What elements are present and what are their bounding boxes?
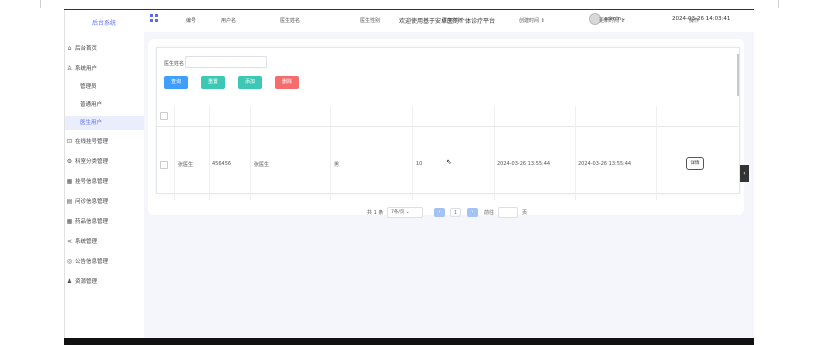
col-header-username: 用户名 [221,18,237,24]
detail-button[interactable]: 详情 [686,157,704,170]
column-divider [656,106,657,200]
col-header-gender: 医生性别 [360,18,381,24]
search-input[interactable] [185,56,267,68]
clipboard-icon: ⊡ [66,138,73,145]
cell-short-name: 10 [416,161,423,167]
cell-gender: 男 [334,162,340,168]
column-divider [209,106,210,200]
sidebar-item-online-registration[interactable]: ⊡ 在线挂号管理 [64,135,144,149]
sidebar-item-label: 医生用户 [80,120,103,126]
mouse-cursor-icon: ⇖ [446,158,452,166]
table-header [156,106,738,127]
sidebar-item-label: 普通用户 [80,102,103,108]
sidebar-item-label: 后台首页 [75,46,98,52]
panel-scrollbar[interactable] [737,54,739,96]
col-header-doctor-name: 医生姓名 [280,18,301,24]
sidebar-item-admin[interactable]: 管理员 [64,80,144,94]
sidebar-item-label: 挂号信息管理 [75,179,109,185]
column-divider [494,106,495,200]
sidebar-item-department[interactable]: ⚙ 科室分类管理 [64,155,144,169]
sidebar-item-system-management[interactable]: ⋖ 系统管理 [64,235,144,249]
add-button[interactable]: 添加 [238,76,262,89]
col-header-updated[interactable]: 更新时间 ⇕ [599,17,625,24]
app-window: 后台系统 ⌂ 后台首页 ♙ 系统用户 管理员 普通用户 医生用户 ⊡ 在线挂号管理 ⚙… [64,10,754,340]
sidebar-item-label: 问诊信息管理 [75,199,109,205]
collapse-panel-tab[interactable]: ‹ [740,165,749,182]
gear-icon: ⚙ [66,158,73,165]
col-header-action: 操作 [689,18,700,24]
column-divider [575,106,576,200]
share-icon: ⋖ [66,238,73,245]
cell-username: 456456 [212,161,232,167]
home-icon: ⌂ [67,45,72,52]
cell-id: 张医生 [178,162,194,168]
page-size-select[interactable]: 7条/页 ⌄ [387,207,423,218]
group-icon: ♟ [66,278,73,285]
sidebar-item-label: 科室分类管理 [75,159,109,165]
user-icon: ♙ [66,65,73,72]
grid-icon: ▦ [66,178,73,185]
cell-updated: 2024-03-26 13:55:44 [578,161,632,167]
column-divider [250,106,251,200]
delete-button[interactable]: 删除 [275,76,299,89]
select-all-checkbox[interactable] [160,112,168,120]
goto-page-input[interactable] [498,207,518,218]
sidebar-item-announcement[interactable]: ◎ 公告信息管理 [64,255,144,269]
sidebar-item-registration-info[interactable]: ▦ 挂号信息管理 [64,175,144,189]
frame-corner-left [40,0,41,8]
sidebar-item-label: 公告信息管理 [75,259,109,265]
col-header-short-name[interactable]: 医生简称 [442,17,462,24]
row-checkbox[interactable] [160,161,168,169]
sidebar: 后台系统 ⌂ 后台首页 ♙ 系统用户 管理员 普通用户 医生用户 ⊡ 在线挂号管理 ⚙… [64,10,144,340]
sidebar-item-home[interactable]: ⌂ 后台首页 [64,42,144,56]
bottom-bar [64,338,754,345]
column-divider [330,106,331,200]
column-divider [174,106,175,200]
query-button[interactable]: 查询 [164,76,188,89]
sidebar-item-label: 资源管理 [75,279,98,285]
col-header-created[interactable]: 创建时间 ⇕ [519,17,545,24]
sidebar-item-label: 系统用户 [75,66,98,72]
column-divider [412,106,413,200]
col-header-id: 编号 [186,18,197,24]
prev-page-button[interactable]: ‹ [434,208,445,217]
menu-toggle-icon[interactable] [150,14,159,23]
sidebar-item-label: 系统管理 [75,239,98,245]
next-page-button[interactable]: › [467,208,478,217]
sidebar-item-medicine[interactable]: ▦ 药品信息管理 [64,215,144,229]
sidebar-item-label: 药品信息管理 [75,219,109,225]
brand-title: 后台系统 [91,20,116,27]
goto-label: 前往 [484,210,495,216]
cell-doctor-name: 张医生 [254,162,270,168]
search-label: 医生姓名 [164,61,185,67]
sidebar-item-consultation[interactable]: ▤ 问诊信息管理 [64,195,144,209]
building-icon: ▤ [66,198,73,205]
sidebar-item-normal-users[interactable]: 普通用户 [64,98,144,112]
sidebar-item-system-users[interactable]: ♙ 系统用户 [64,62,144,76]
sidebar-item-doctor-users[interactable]: 医生用户 [64,116,144,130]
pagination-total: 共 1 条 [367,210,384,216]
frame-divider [64,10,65,340]
page-number-1[interactable]: 1 [450,208,461,217]
table-icon: ▦ [66,218,73,225]
cell-created: 2024-03-26 13:55:44 [497,161,551,167]
sidebar-item-label: 管理员 [80,84,97,90]
page-suffix: 页 [522,210,528,216]
sidebar-item-resources[interactable]: ♟ 资源管理 [64,275,144,289]
frame-corner-right [778,0,779,8]
sidebar-item-label: 在线挂号管理 [75,139,109,145]
datetime: 2024-03-26 14:03:41 [672,16,731,22]
chat-icon: ◎ [66,258,73,265]
reset-button[interactable]: 重置 [201,76,225,89]
